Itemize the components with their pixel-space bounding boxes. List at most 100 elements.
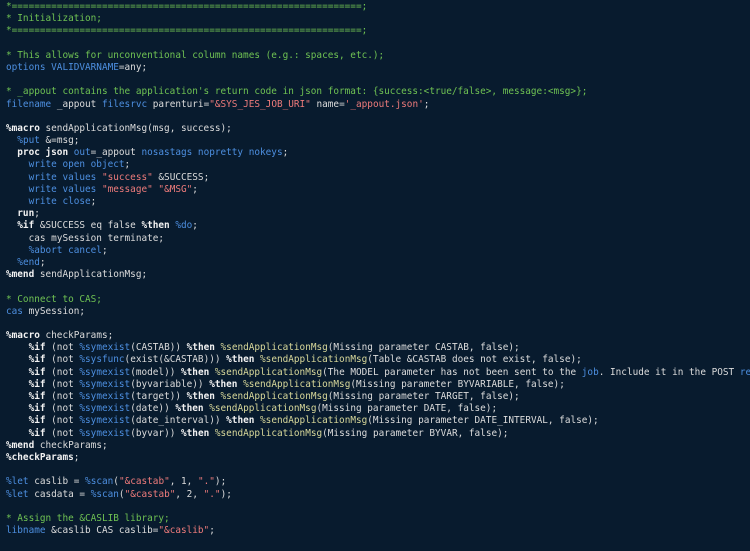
code-editor[interactable]: *=======================================… <box>0 0 750 551</box>
code-line[interactable]: filename _appout filesrvc parenturi="&SY… <box>0 99 750 111</box>
code-line[interactable]: %end; <box>0 257 750 269</box>
code-token: * Assign the &CASLIB library; <box>6 512 170 524</box>
code-token: %then <box>181 366 215 378</box>
code-token: (byvariable)) <box>130 378 210 390</box>
code-line[interactable]: %if (not %sysfunc(exist(&CASTAB))) %then… <box>0 354 750 366</box>
code-token: , 1, <box>169 476 198 488</box>
code-line[interactable]: write open object; <box>0 159 750 171</box>
code-token: (CASTAB)) <box>130 342 187 354</box>
code-token: %then <box>141 220 176 232</box>
code-token: ; <box>39 256 46 268</box>
code-token: %mend <box>6 269 40 281</box>
code-token: checkParams; <box>45 330 114 342</box>
code-line[interactable]: %let caslib = %scan("&castab", 1, "."); <box>0 476 750 488</box>
code-token: ; <box>282 147 289 159</box>
code-line[interactable]: write values "message" "&MSG"; <box>0 184 750 196</box>
code-line[interactable] <box>0 38 750 50</box>
code-token: &SUCCESS eq false <box>39 220 142 232</box>
code-line[interactable]: %if (not %symexist(date)) %then %sendApp… <box>0 403 750 415</box>
code-line[interactable]: %macro sendApplicationMsg(msg, success); <box>0 123 750 135</box>
code-token: %symexist <box>79 403 131 415</box>
code-token: %sendApplicationMsg <box>214 366 323 378</box>
code-line[interactable]: %put &=msg; <box>0 135 750 147</box>
code-token: %then <box>186 391 221 402</box>
code-line[interactable]: %mend sendApplicationMsg; <box>0 269 750 281</box>
code-token: ; <box>423 98 430 110</box>
code-token: %symexist <box>79 378 131 390</box>
code-line[interactable]: * This allows for unconventional column … <box>0 50 750 62</box>
code-token: ; <box>101 244 108 256</box>
code-token: %abort cancel <box>28 244 102 256</box>
code-token: . Include it in the POST <box>598 366 740 378</box>
code-token: (Table &CASTAB does not exist, false); <box>367 354 582 366</box>
code-line[interactable]: * Connect to CAS; <box>0 294 750 306</box>
code-token: "&SYS_JES_JOB_URI" <box>209 98 311 110</box>
code-line[interactable]: %if (not %symexist(byvariable)) %then %s… <box>0 379 750 391</box>
code-token: (byvar)) <box>130 427 182 439</box>
code-token: checkParams; <box>39 439 108 451</box>
code-line[interactable]: %checkParams; <box>0 452 750 464</box>
code-token: %then <box>226 354 261 366</box>
code-token: "success" <box>101 171 153 183</box>
code-line[interactable]: %if (not %symexist(CASTAB)) %then %sendA… <box>0 342 750 354</box>
code-line[interactable]: %let casdata = %scan("&castab", 2, "."); <box>0 489 750 501</box>
code-token: casdata = <box>34 488 91 500</box>
code-token: (date)) <box>130 403 176 415</box>
code-token: %if <box>6 354 52 366</box>
code-token: "." <box>203 488 221 500</box>
code-token: cas mySession terminate; <box>6 232 165 244</box>
code-line[interactable]: * Assign the &CASLIB library; <box>0 513 750 525</box>
code-line[interactable] <box>0 74 750 86</box>
code-line[interactable] <box>0 318 750 330</box>
code-token: filename <box>6 98 57 110</box>
code-line[interactable]: *=======================================… <box>0 25 750 37</box>
code-line[interactable]: run; <box>0 208 750 220</box>
code-token: %macro <box>6 122 46 134</box>
code-line[interactable] <box>0 281 750 293</box>
code-line[interactable]: %if (not %symexist(target)) %then %sendA… <box>0 391 750 403</box>
code-token: (not <box>51 378 80 390</box>
code-line[interactable]: write values "success" &SUCCESS; <box>0 172 750 184</box>
code-token: ); <box>214 476 227 488</box>
code-line[interactable]: %macro checkParams; <box>0 330 750 342</box>
code-token: (not <box>51 354 80 366</box>
code-token: %scan <box>85 476 114 488</box>
code-line[interactable]: proc json out=_appout nosastags nopretty… <box>0 147 750 159</box>
code-line[interactable]: write close; <box>0 196 750 208</box>
code-line[interactable] <box>0 501 750 513</box>
code-line[interactable]: %abort cancel; <box>0 245 750 257</box>
code-line[interactable] <box>0 464 750 476</box>
code-token: %sendApplicationMsg <box>214 427 323 439</box>
code-token: ; <box>73 451 80 463</box>
code-token: out <box>73 147 91 159</box>
code-token: %symexist <box>79 342 131 354</box>
code-line[interactable]: %if (not %symexist(model)) %then %sendAp… <box>0 367 750 379</box>
code-line[interactable]: * Initialization; <box>0 13 750 25</box>
code-token: (not <box>51 342 80 354</box>
code-token: cas <box>6 305 29 317</box>
code-token: , 2, <box>175 488 204 500</box>
code-line[interactable]: options VALIDVARNAME=any; <box>0 62 750 74</box>
code-line[interactable]: %if (not %symexist(date_interval)) %then… <box>0 415 750 427</box>
code-line[interactable] <box>0 111 750 123</box>
code-token: write open object <box>6 159 125 171</box>
code-token: ; <box>124 159 131 171</box>
code-line[interactable]: cas mySession; <box>0 306 750 318</box>
code-line[interactable]: libname &caslib CAS caslib="&caslib"; <box>0 525 750 537</box>
code-line[interactable]: cas mySession terminate; <box>0 233 750 245</box>
code-token: proc json <box>6 147 74 159</box>
code-token: %end <box>17 256 40 268</box>
code-token: ; <box>209 525 215 537</box>
code-line[interactable]: *=======================================… <box>0 1 750 13</box>
code-token: "." <box>197 476 215 488</box>
code-token: *=======================================… <box>6 25 368 37</box>
code-line[interactable]: %mend checkParams; <box>0 440 750 452</box>
code-line[interactable]: %if &SUCCESS eq false %then %do; <box>0 220 750 232</box>
code-token: (not <box>51 427 80 439</box>
code-line[interactable]: %if (not %symexist(byvar)) %then %sendAp… <box>0 428 750 440</box>
code-token: (Missing parameter CASTAB, false); <box>327 342 520 354</box>
code-token: &caslib CAS caslib= <box>51 525 159 537</box>
code-line[interactable]: * _appout contains the application's ret… <box>0 86 750 98</box>
